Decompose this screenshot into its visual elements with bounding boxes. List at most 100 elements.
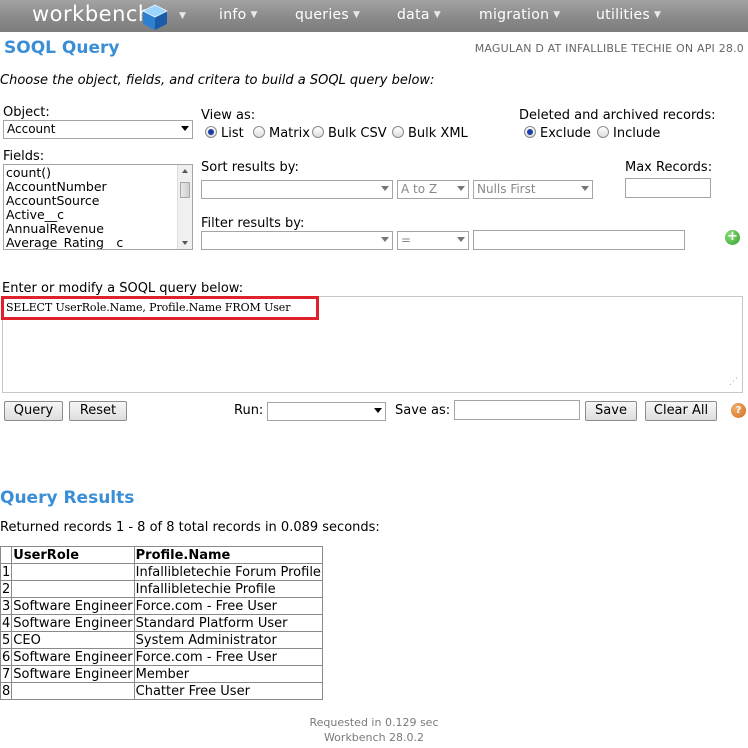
menu-info[interactable]: info ▼ bbox=[219, 7, 258, 23]
chevron-down-icon bbox=[181, 126, 189, 131]
sort-direction-select[interactable]: A to Z bbox=[397, 180, 469, 199]
userrole-cell: Software Engineer bbox=[11, 648, 135, 666]
row-number: 7 bbox=[0, 665, 13, 683]
page-title: SOQL Query bbox=[4, 38, 120, 58]
table-row: 8 Chatter Free User bbox=[0, 682, 323, 700]
filter-operator-value: = bbox=[401, 233, 412, 247]
radio-icon bbox=[312, 126, 324, 138]
userrole-cell: Software Engineer bbox=[11, 665, 135, 683]
view-as-label: View as: bbox=[201, 108, 256, 123]
radio-selected-icon bbox=[205, 126, 217, 138]
results-title: Query Results bbox=[0, 488, 135, 508]
chevron-down-icon bbox=[457, 186, 465, 191]
query-label: Enter or modify a SOQL query below: bbox=[2, 281, 244, 296]
chevron-down-icon bbox=[381, 237, 389, 242]
radio-selected-icon bbox=[524, 126, 536, 138]
userrole-cell bbox=[11, 682, 135, 700]
save-button[interactable]: Save bbox=[585, 401, 637, 421]
view-as-bulk-csv-radio[interactable]: Bulk CSV bbox=[312, 126, 387, 141]
radio-icon bbox=[597, 126, 609, 138]
filter-label: Filter results by: bbox=[201, 216, 305, 231]
field-option[interactable]: Active__c bbox=[6, 208, 64, 222]
view-as-list-radio[interactable]: List bbox=[205, 126, 244, 141]
sort-nulls-select[interactable]: Nulls First bbox=[473, 180, 593, 199]
max-records-input[interactable] bbox=[625, 178, 711, 198]
deleted-include-radio[interactable]: Include bbox=[597, 126, 660, 141]
row-number-header bbox=[0, 546, 13, 564]
profile-cell: Force.com - Free User bbox=[133, 597, 323, 615]
workbench-logo-text[interactable]: workbench bbox=[32, 2, 152, 26]
menu-queries[interactable]: queries ▼ bbox=[295, 7, 360, 23]
workbench-cube-icon[interactable] bbox=[141, 3, 169, 31]
menu-utilities[interactable]: utilities ▼ bbox=[596, 7, 661, 23]
field-option[interactable]: AnnualRevenue bbox=[6, 222, 104, 236]
help-icon[interactable]: ? bbox=[731, 403, 746, 418]
chevron-down-icon bbox=[581, 186, 589, 191]
save-as-input[interactable] bbox=[454, 400, 580, 420]
filter-value-input[interactable] bbox=[473, 230, 685, 250]
scroll-down-icon[interactable] bbox=[182, 241, 188, 245]
table-header-row: UserRole Profile.Name bbox=[0, 546, 323, 564]
filter-field-select[interactable] bbox=[201, 231, 393, 250]
logo-dropdown-caret[interactable]: ▼ bbox=[175, 8, 186, 24]
column-header: Profile.Name bbox=[133, 546, 323, 564]
footer-requested-time: Requested in 0.129 sec bbox=[309, 716, 439, 729]
fields-listbox[interactable]: count() AccountNumber AccountSource Acti… bbox=[3, 164, 193, 250]
field-option[interactable]: count() bbox=[6, 166, 51, 180]
sort-field-select[interactable] bbox=[201, 180, 393, 199]
field-option[interactable]: AccountNumber bbox=[6, 180, 107, 194]
deleted-exclude-radio[interactable]: Exclude bbox=[524, 126, 591, 141]
row-number: 1 bbox=[0, 563, 13, 581]
chevron-down-icon: ▼ bbox=[553, 10, 561, 20]
fields-scrollbar[interactable] bbox=[177, 165, 192, 249]
resize-grip-icon[interactable]: ⋰ bbox=[729, 378, 741, 391]
field-option[interactable]: Average_Rating__c bbox=[6, 236, 123, 250]
sort-nulls-value: Nulls First bbox=[477, 182, 536, 196]
column-header: UserRole bbox=[11, 546, 135, 564]
chevron-down-icon bbox=[381, 186, 389, 191]
radio-icon bbox=[392, 126, 404, 138]
results-table: UserRole Profile.Name 1 Infallibletechie … bbox=[0, 546, 323, 700]
object-select[interactable]: Account bbox=[3, 120, 193, 139]
scrollbar-thumb[interactable] bbox=[180, 182, 190, 198]
scroll-up-icon[interactable] bbox=[182, 169, 188, 173]
chevron-down-icon: ▼ bbox=[250, 10, 258, 20]
max-records-label: Max Records: bbox=[625, 160, 713, 175]
menu-data[interactable]: data ▼ bbox=[397, 7, 441, 23]
chevron-down-icon bbox=[374, 408, 382, 413]
profile-cell: Standard Platform User bbox=[133, 614, 323, 632]
chevron-down-icon: ▼ bbox=[353, 10, 361, 20]
radio-icon bbox=[253, 126, 265, 138]
profile-cell: Force.com - Free User bbox=[133, 648, 323, 666]
chevron-down-icon: ▼ bbox=[654, 10, 662, 20]
view-as-bulk-xml-radio[interactable]: Bulk XML bbox=[392, 126, 468, 141]
table-row: 1 Infallibletechie Forum Profile bbox=[0, 563, 323, 581]
userrole-cell: Software Engineer bbox=[11, 614, 135, 632]
profile-cell: Chatter Free User bbox=[133, 682, 323, 700]
menu-migration[interactable]: migration ▼ bbox=[479, 7, 561, 23]
sort-label: Sort results by: bbox=[201, 160, 299, 175]
clear-all-button[interactable]: Clear All bbox=[645, 401, 717, 421]
row-number: 6 bbox=[0, 648, 13, 666]
table-row: 2 Infallibletechie Profile bbox=[0, 580, 323, 598]
add-filter-icon[interactable]: + bbox=[725, 230, 740, 245]
filter-operator-select[interactable]: = bbox=[397, 231, 469, 250]
row-number: 5 bbox=[0, 631, 13, 649]
row-number: 3 bbox=[0, 597, 13, 615]
field-option[interactable]: AccountSource bbox=[6, 194, 99, 208]
row-number: 4 bbox=[0, 614, 13, 632]
view-as-matrix-radio[interactable]: Matrix bbox=[253, 126, 310, 141]
profile-cell: Member bbox=[133, 665, 323, 683]
chevron-down-icon: ▼ bbox=[433, 10, 441, 20]
run-label: Run: bbox=[234, 403, 264, 418]
table-row: 6 Software Engineer Force.com - Free User bbox=[0, 648, 323, 666]
run-select[interactable] bbox=[267, 402, 386, 421]
fields-label: Fields: bbox=[3, 149, 45, 164]
table-row: 3 Software Engineer Force.com - Free User bbox=[0, 597, 323, 615]
userrole-cell: Software Engineer bbox=[11, 597, 135, 615]
reset-button[interactable]: Reset bbox=[69, 401, 127, 421]
results-summary: Returned records 1 - 8 of 8 total record… bbox=[0, 520, 380, 535]
query-button[interactable]: Query bbox=[4, 401, 63, 421]
row-number: 8 bbox=[0, 682, 13, 700]
table-row: 4 Software Engineer Standard Platform User bbox=[0, 614, 323, 632]
